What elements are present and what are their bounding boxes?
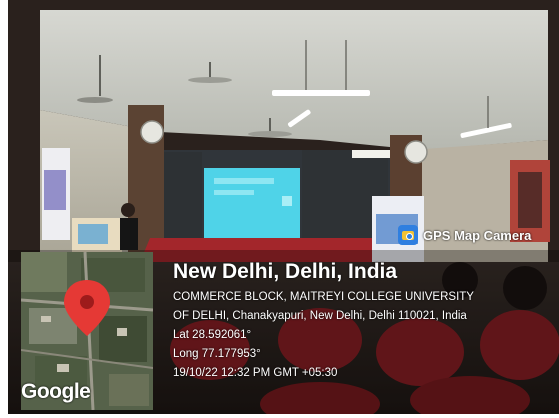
address-line-2: OF DELHI, Chanakyapuri, New Delhi, Delhi… xyxy=(173,310,467,322)
longitude: Long 77.177953° xyxy=(173,348,261,360)
stage-light xyxy=(352,150,390,158)
screen-text-line xyxy=(214,190,254,195)
gps-map-camera-icon xyxy=(398,225,418,245)
bottom-border xyxy=(0,414,559,418)
latitude: Lat 28.592061° xyxy=(173,329,252,341)
speaker-head xyxy=(121,203,135,217)
stage-curtain-left xyxy=(160,152,202,238)
podium-sign xyxy=(78,224,108,244)
address-line-1: COMMERCE BLOCK, MAITREYI COLLEGE UNIVERS… xyxy=(173,291,474,303)
location-info: New Delhi, Delhi, India COMMERCE BLOCK, … xyxy=(173,260,474,383)
wall-fan-left xyxy=(140,120,164,144)
wall-fan-right xyxy=(404,140,428,164)
left-border xyxy=(0,0,8,418)
geotagged-photo: GPS Map Camera Google New Delhi, Delhi, … xyxy=(0,0,559,418)
app-name: GPS Map Camera xyxy=(423,227,532,243)
ceiling-light xyxy=(272,90,370,96)
map-thumbnail: Google xyxy=(21,252,153,410)
gps-map-camera-badge: GPS Map Camera xyxy=(398,224,531,246)
wall-artwork-detail xyxy=(518,172,542,228)
location-title: New Delhi, Delhi, India xyxy=(173,260,398,283)
speaker-body xyxy=(120,218,138,250)
timestamp: 19/10/22 12:32 PM GMT +05:30 xyxy=(173,367,338,379)
screen-graphic xyxy=(282,196,292,206)
screen-text-line xyxy=(214,178,274,184)
standee-graphic xyxy=(44,170,66,210)
map-attribution: Google xyxy=(21,380,91,403)
